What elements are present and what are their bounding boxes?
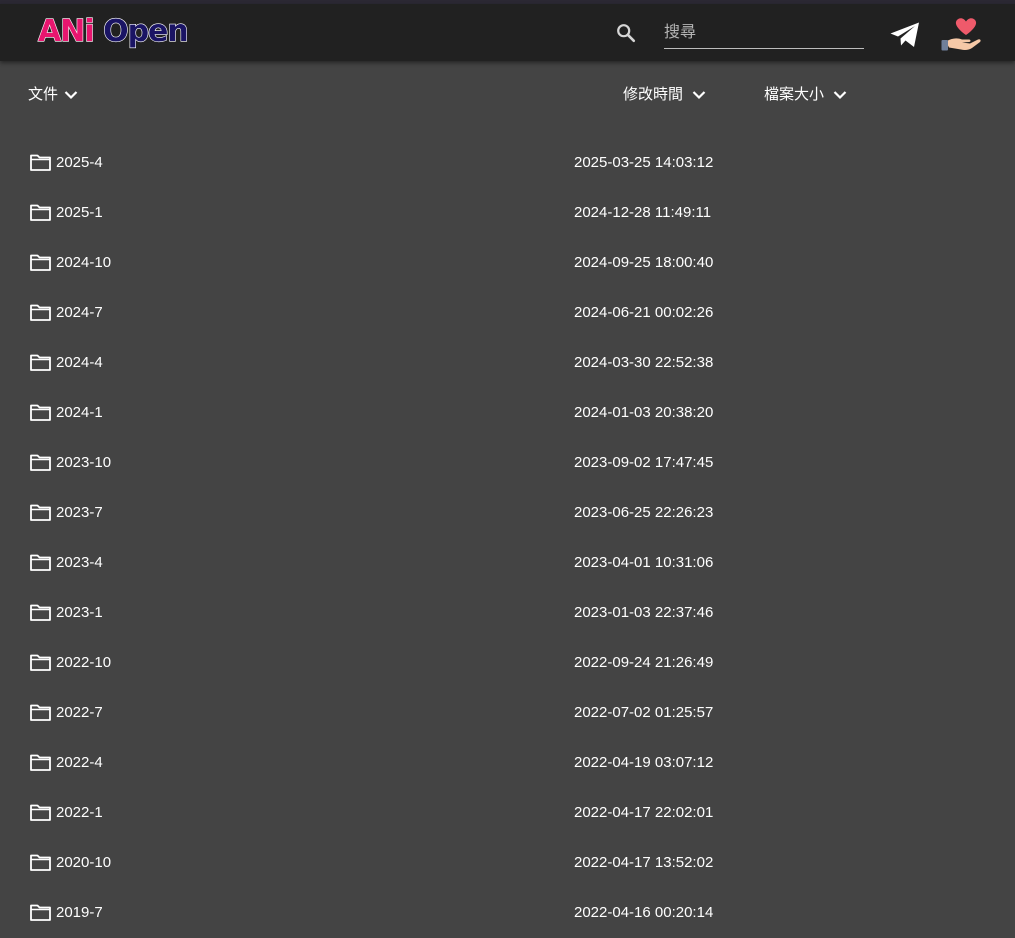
folder-modified-time: 2024-12-28 11:49:11 [574,204,712,221]
folder-icon [30,804,51,821]
folder-name[interactable]: 2024-7 [56,302,103,324]
folder-modified-time: 2024-03-30 22:52:38 [574,354,714,371]
folder-icon [30,604,51,621]
folder-name[interactable]: 2023-1 [56,602,103,624]
folder-icon [30,154,51,171]
folder-modified-time: 2022-04-17 22:02:01 [574,804,714,821]
logo[interactable]: ANi Open [37,13,189,50]
folder-row[interactable]: 2023-10 2023-09-02 17:47:45 [0,438,1015,488]
folder-modified-time: 2022-09-24 21:26:49 [574,654,714,671]
folder-row[interactable]: 2025-4 2025-03-25 14:03:12 [0,138,1015,188]
folder-row[interactable]: 2024-1 2024-01-03 20:38:20 [0,388,1015,438]
folder-row[interactable]: 2023-4 2023-04-01 10:31:06 [0,538,1015,588]
folder-name[interactable]: 2024-1 [56,402,103,424]
folder-modified-time: 2022-07-02 01:25:57 [574,704,714,721]
folder-icon [30,554,51,571]
folder-icon [30,204,51,221]
folder-row[interactable]: 2023-1 2023-01-03 22:37:46 [0,588,1015,638]
folder-row[interactable]: 2024-7 2024-06-21 00:02:26 [0,288,1015,338]
folder-icon [30,654,51,671]
folder-icon [30,704,51,721]
folder-modified-time: 2024-06-21 00:02:26 [574,304,714,321]
folder-modified-time: 2023-01-03 22:37:46 [574,604,714,621]
folder-modified-time: 2022-04-19 03:07:12 [574,754,714,771]
logo-text-open: Open [102,13,189,49]
folder-modified-time: 2022-04-17 13:52:02 [574,854,714,871]
folder-row[interactable]: 2023-7 2023-06-25 22:26:23 [0,488,1015,538]
logo-text-ani: ANi [37,13,95,49]
folder-icon [30,304,51,321]
folder-name[interactable]: 2025-4 [56,152,103,174]
folder-icon [30,854,51,871]
folder-modified-time: 2023-09-02 17:47:45 [574,454,714,471]
folder-name[interactable]: 2024-4 [56,352,103,374]
column-header-modified[interactable]: 修改時間 [623,84,706,106]
folder-icon [30,454,51,471]
folder-modified-time: 2025-03-25 14:03:12 [574,154,714,171]
telegram-icon[interactable] [889,21,921,49]
folder-row[interactable]: 2024-10 2024-09-25 18:00:40 [0,238,1015,288]
folder-icon [30,754,51,771]
search-input[interactable] [664,17,864,49]
folder-icon [30,904,51,921]
folder-modified-time: 2023-06-25 22:26:23 [574,504,714,521]
column-header-size[interactable]: 檔案大小 [764,84,847,106]
folder-icon [30,254,51,271]
folder-row[interactable]: 2020-10 2022-04-17 13:52:02 [0,838,1015,888]
folder-name[interactable]: 2025-1 [56,202,103,224]
folder-row[interactable]: 2024-4 2024-03-30 22:52:38 [0,338,1015,388]
folder-row[interactable]: 2025-1 2024-12-28 11:49:11 [0,188,1015,238]
folder-icon [30,504,51,521]
chevron-down-icon [692,91,706,100]
folder-name[interactable]: 2022-7 [56,702,103,724]
folder-row[interactable]: 2022-1 2022-04-17 22:02:01 [0,788,1015,838]
column-header-name[interactable]: 文件 [28,84,78,106]
chevron-down-icon [64,91,78,100]
column-header-name-label: 文件 [28,86,59,103]
folder-row[interactable]: 2022-7 2022-07-02 01:25:57 [0,688,1015,738]
folder-modified-time: 2024-09-25 18:00:40 [574,254,714,271]
folder-modified-time: 2023-04-01 10:31:06 [574,554,714,571]
folder-icon [30,404,51,421]
folder-name[interactable]: 2023-10 [56,452,111,474]
chevron-down-icon [833,91,847,100]
folder-name[interactable]: 2024-10 [56,252,111,274]
donate-heart-hand-icon[interactable] [940,13,982,55]
folder-icon [30,354,51,371]
folder-name[interactable]: 2022-1 [56,802,103,824]
app-header: ANi Open [0,4,1015,61]
folder-name[interactable]: 2022-10 [56,652,111,674]
column-header-size-label: 檔案大小 [764,86,825,103]
folder-modified-time: 2024-01-03 20:38:20 [574,404,714,421]
folder-name[interactable]: 2020-10 [56,852,111,874]
folder-modified-time: 2022-04-16 00:20:14 [574,904,714,921]
folder-row[interactable]: 2022-4 2022-04-19 03:07:12 [0,738,1015,788]
column-header-modified-label: 修改時間 [623,86,684,103]
folder-name[interactable]: 2023-7 [56,502,103,524]
folder-row[interactable]: 2022-10 2022-09-24 21:26:49 [0,638,1015,688]
folder-row[interactable]: 2019-7 2022-04-16 00:20:14 [0,888,1015,938]
search-icon [617,24,636,43]
folder-name[interactable]: 2022-4 [56,752,103,774]
folder-name[interactable]: 2023-4 [56,552,103,574]
folder-name[interactable]: 2019-7 [56,902,103,924]
